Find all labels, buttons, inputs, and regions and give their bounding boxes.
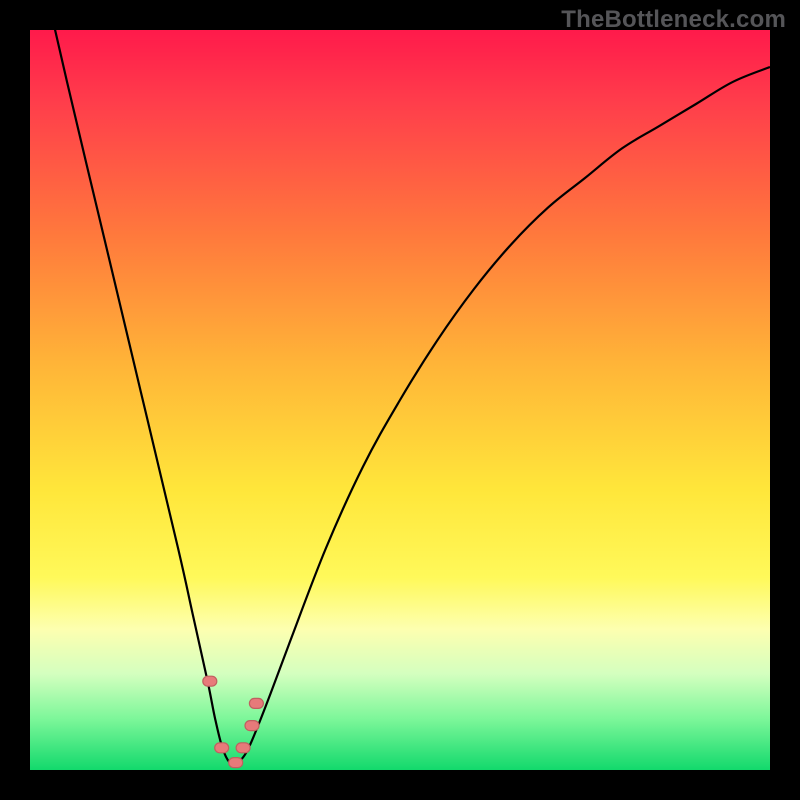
chart-frame: TheBottleneck.com	[0, 0, 800, 800]
knot-marker	[249, 698, 263, 708]
knot-marker	[203, 676, 217, 686]
knot-marker	[236, 743, 250, 753]
knot-marker	[215, 743, 229, 753]
knot-marker	[245, 721, 259, 731]
plot-area	[30, 30, 770, 770]
knot-marker	[229, 758, 243, 768]
